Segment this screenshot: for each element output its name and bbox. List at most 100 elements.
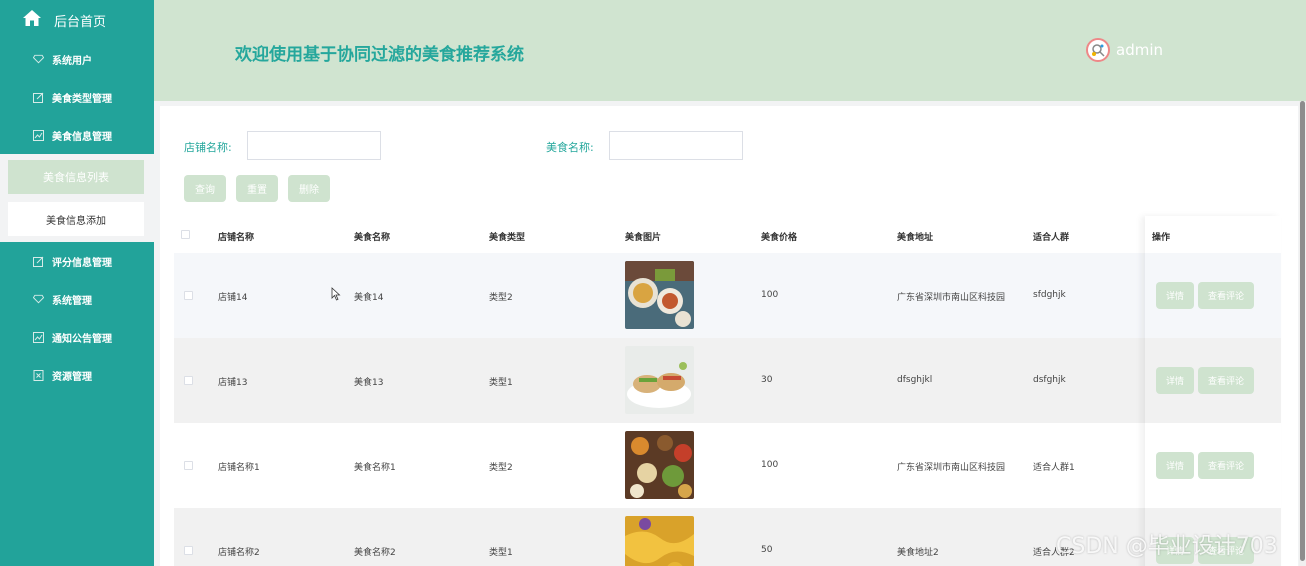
query-button[interactable]: 查询 — [184, 175, 226, 202]
scrollbar-thumb[interactable] — [1300, 101, 1305, 561]
col-header: 美食名称 — [354, 233, 391, 243]
detail-button[interactable]: 详情 — [1156, 282, 1195, 309]
reset-button[interactable]: 重置 — [236, 175, 278, 202]
row-actions: 详情 查看评论 — [1156, 367, 1255, 394]
select-all-checkbox[interactable] — [181, 230, 190, 239]
sidebar-item-label: 系统管理 — [52, 295, 92, 307]
chart-icon — [33, 331, 44, 343]
sidebar-item-label: 美食信息管理 — [52, 131, 112, 143]
sidebar-home[interactable]: 后台首页 — [0, 0, 154, 40]
top-header: 欢迎使用基于协同过滤的美食推荐系统 admin — [154, 0, 1306, 101]
food-image — [625, 346, 694, 414]
watermark: CSDN @毕业设计703 — [1056, 534, 1278, 559]
food-image — [625, 516, 694, 566]
cell-shop: 店铺14 — [218, 293, 248, 303]
detail-button[interactable]: 详情 — [1156, 452, 1195, 479]
sidebar-item-notice[interactable]: 通知公告管理 — [0, 318, 154, 356]
file-icon — [33, 369, 44, 381]
cell-type: 类型1 — [489, 548, 513, 558]
shop-name-label: 店铺名称: — [184, 141, 232, 154]
sidebar-item-system[interactable]: 系统管理 — [0, 280, 154, 318]
action-buttons: 查询 重置 删除 — [184, 175, 330, 202]
cell-crowd: 适合人群1 — [1033, 463, 1075, 473]
sidebar-item-label: 美食类型管理 — [52, 93, 112, 105]
col-header: 美食地址 — [897, 233, 934, 243]
sidebar-item-label: 评分信息管理 — [52, 257, 112, 269]
cell-price: 100 — [761, 290, 779, 300]
sidebar-item-label: 资源管理 — [52, 371, 92, 383]
cell-crowd: dsfghjk — [1033, 375, 1066, 385]
food-image — [625, 431, 694, 499]
cell-food: 美食名称1 — [354, 463, 396, 473]
shop-name-input[interactable] — [247, 131, 381, 160]
cell-crowd: sfdghjk — [1033, 290, 1066, 300]
food-image — [625, 261, 694, 329]
sidebar-submenu: 美食信息列表 美食信息添加 — [0, 154, 154, 242]
diamond-icon — [33, 54, 44, 65]
sidebar-item-rating[interactable]: 评分信息管理 — [0, 242, 154, 280]
col-header: 操作 — [1152, 233, 1171, 243]
row-checkbox[interactable] — [184, 461, 193, 470]
submenu-food-list[interactable]: 美食信息列表 — [8, 160, 144, 194]
view-comments-button[interactable]: 查看评论 — [1198, 282, 1255, 309]
cell-shop: 店铺名称2 — [218, 548, 260, 558]
user-menu[interactable]: admin — [1086, 38, 1163, 62]
vertical-scrollbar[interactable] — [1299, 101, 1306, 566]
submenu-food-add[interactable]: 美食信息添加 — [8, 202, 144, 236]
main-panel: 店铺名称: 美食名称: 查询 重置 删除 店铺名称 美食名称 美食类型 美食图片… — [160, 106, 1298, 566]
delete-button[interactable]: 删除 — [288, 175, 330, 202]
home-icon — [22, 9, 42, 31]
sidebar-item-users[interactable]: 系统用户 — [0, 40, 154, 78]
row-checkbox[interactable] — [184, 291, 193, 300]
table-row: 店铺名称1 美食名称1 类型2 100 广东省深圳市南山区科技园 适合人群1 详… — [174, 423, 1281, 508]
username: admin — [1116, 41, 1163, 59]
sidebar: 后台首页 系统用户 美食类型管理 美食信息管理 美食信息列表 美食信息添加 评分… — [0, 0, 154, 566]
cell-address: 美食地址2 — [897, 548, 939, 558]
cell-price: 30 — [761, 375, 773, 385]
edit-icon — [33, 92, 44, 103]
food-name-label: 美食名称: — [546, 141, 594, 154]
cell-address: 广东省深圳市南山区科技园 — [897, 293, 1006, 303]
row-checkbox[interactable] — [184, 376, 193, 385]
cell-food: 美食名称2 — [354, 548, 396, 558]
sidebar-home-label: 后台首页 — [54, 14, 107, 30]
cell-type: 类型2 — [489, 463, 513, 473]
cell-price: 50 — [761, 545, 773, 555]
search-bar: 店铺名称: 美食名称: — [160, 131, 1298, 161]
table-header: 店铺名称 美食名称 美食类型 美食图片 美食价格 美食地址 适合人群 操作 — [174, 216, 1281, 253]
cell-shop: 店铺13 — [218, 378, 248, 388]
cell-address: dfsghjkl — [897, 375, 933, 385]
cell-food: 美食14 — [354, 293, 384, 303]
col-header: 美食图片 — [625, 233, 662, 243]
col-header: 店铺名称 — [218, 233, 255, 243]
diamond-icon — [33, 294, 44, 305]
view-comments-button[interactable]: 查看评论 — [1198, 367, 1255, 394]
avatar — [1086, 38, 1110, 62]
col-header: 适合人群 — [1033, 233, 1070, 243]
food-table: 店铺名称 美食名称 美食类型 美食图片 美食价格 美食地址 适合人群 操作 店铺… — [174, 216, 1281, 566]
row-actions: 详情 查看评论 — [1156, 282, 1255, 309]
sidebar-item-resource[interactable]: 资源管理 — [0, 356, 154, 394]
view-comments-button[interactable]: 查看评论 — [1198, 452, 1255, 479]
cell-address: 广东省深圳市南山区科技园 — [897, 463, 1006, 473]
table-row: 店铺13 美食13 类型1 30 dfsghjkl dsfghjk 详情 查看评… — [174, 338, 1281, 423]
cell-type: 类型2 — [489, 293, 513, 303]
col-header: 美食类型 — [489, 233, 526, 243]
cell-food: 美食13 — [354, 378, 384, 388]
edit-icon — [33, 256, 44, 267]
food-name-input[interactable] — [609, 131, 743, 160]
page-title: 欢迎使用基于协同过滤的美食推荐系统 — [235, 45, 524, 65]
row-checkbox[interactable] — [184, 546, 193, 555]
mouse-cursor-icon — [331, 286, 341, 305]
detail-button[interactable]: 详情 — [1156, 367, 1195, 394]
row-actions: 详情 查看评论 — [1156, 452, 1255, 479]
chart-icon — [33, 129, 44, 141]
cell-price: 100 — [761, 460, 779, 470]
cell-type: 类型1 — [489, 378, 513, 388]
sidebar-item-food-info[interactable]: 美食信息管理 — [0, 116, 154, 154]
sidebar-item-label: 通知公告管理 — [52, 333, 112, 345]
sidebar-item-label: 系统用户 — [52, 55, 92, 67]
sidebar-item-food-type[interactable]: 美食类型管理 — [0, 78, 154, 116]
cell-shop: 店铺名称1 — [218, 463, 260, 473]
col-header: 美食价格 — [761, 233, 798, 243]
